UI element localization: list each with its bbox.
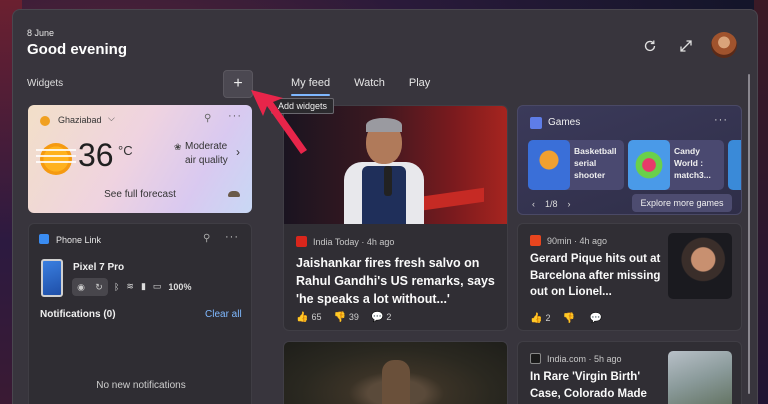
tab-play[interactable]: Play	[409, 77, 430, 89]
pin-icon[interactable]: ⚲	[203, 233, 210, 244]
dislike-button[interactable]: 👎 39	[333, 312, 358, 323]
phone-link-widget[interactable]: Phone Link ⚲ ··· Pixel 7 Pro ◉ ↻ ᛒ ≋ ▮ ▭…	[28, 223, 252, 404]
news-card[interactable]: 90min · 4h ago Gerard Pique hits out at …	[517, 223, 742, 331]
battery-icon: ▭	[152, 281, 162, 291]
source-logo	[296, 236, 307, 247]
chevron-right-icon[interactable]: ›	[236, 145, 240, 159]
bluetooth-icon: ᛒ	[114, 281, 120, 292]
news-source: 90min · 4h ago	[530, 235, 607, 246]
phone-link-icon	[39, 234, 49, 244]
game-tile[interactable]: Candy World : match3...	[628, 140, 724, 190]
feed-scrollbar[interactable]	[748, 74, 750, 394]
page-indicator: 1/8	[545, 199, 558, 209]
news-image	[284, 106, 507, 224]
game-tile-partial[interactable]	[728, 140, 741, 190]
more-options-icon[interactable]: ···	[714, 114, 728, 126]
pointer-arrow-annotation	[251, 90, 307, 154]
game-thumbnail	[628, 140, 670, 190]
more-options-icon[interactable]: ···	[228, 110, 242, 122]
source-label: India.com · 5h ago	[547, 353, 622, 364]
weather-location[interactable]: Ghaziabad	[58, 115, 102, 125]
expand-icon[interactable]	[675, 35, 697, 57]
phone-link-title: Phone Link	[56, 235, 102, 245]
source-logo	[530, 235, 541, 246]
games-icon	[530, 117, 542, 129]
games-widget[interactable]: Games ··· Basketball serial shooter Cand…	[517, 105, 742, 215]
game-thumbnail	[528, 140, 570, 190]
sync-icon[interactable]: ↻	[95, 282, 103, 293]
notifications-header: Notifications (0)	[40, 309, 116, 320]
like-button[interactable]: 👍 65	[296, 312, 321, 323]
source-logo	[530, 353, 541, 364]
like-button[interactable]: 👍 2	[530, 313, 550, 324]
signal-icon: ▮	[140, 281, 146, 291]
news-source: India.com · 5h ago	[530, 353, 622, 364]
news-headline[interactable]: Gerard Pique hits out at Barcelona after…	[530, 251, 665, 301]
do-not-disturb-icon[interactable]: ◉	[77, 282, 85, 293]
figure-hair	[366, 118, 402, 132]
refresh-icon[interactable]	[639, 35, 661, 57]
more-options-icon[interactable]: ···	[225, 231, 239, 243]
game-name: Basketball serial shooter	[574, 146, 617, 180]
empty-notifications-text: No new notifications	[96, 380, 186, 391]
widgets-section-label: Widgets	[27, 78, 64, 89]
news-headline[interactable]: Jaishankar fires fresh salvo on Rahul Ga…	[296, 254, 501, 308]
games-title: Games	[548, 117, 581, 128]
temperature-value: 36	[78, 137, 114, 173]
game-tile[interactable]: Basketball serial shooter	[528, 140, 624, 190]
news-headline[interactable]: In Rare 'Virgin Birth' Case, Colorado Ma…	[530, 369, 665, 402]
tab-watch[interactable]: Watch	[354, 77, 385, 89]
dislike-button[interactable]: 👎	[562, 313, 577, 324]
chevron-down-icon[interactable]: ⌵	[108, 113, 115, 124]
clear-all-button[interactable]: Clear all	[205, 309, 242, 320]
figure-silhouette	[382, 360, 410, 404]
greeting-title: Good evening	[27, 41, 128, 58]
news-image	[284, 342, 507, 404]
see-full-forecast-link[interactable]: See full forecast	[28, 189, 252, 200]
news-card[interactable]: India Today · 4h ago Jaishankar fires fr…	[283, 105, 508, 331]
news-image	[668, 351, 732, 404]
news-source: India Today · 4h ago	[296, 236, 394, 247]
news-card[interactable]	[283, 341, 508, 404]
sunny-weather-icon	[36, 143, 76, 175]
air-quality-level: Moderate	[185, 141, 228, 152]
microphone	[384, 166, 392, 196]
air-quality-icon: ❀	[174, 142, 182, 152]
feed-tabs: My feed Watch Play	[291, 77, 430, 96]
source-label: India Today · 4h ago	[313, 236, 395, 247]
phone-device-icon	[41, 259, 63, 297]
sun-small-icon	[40, 116, 50, 126]
widgets-board: 8 June Good evening Widgets + Add widget…	[12, 9, 758, 404]
background-sign	[424, 187, 484, 211]
game-name: Candy World : match3...	[674, 146, 711, 180]
temperature-unit: °C	[118, 143, 133, 158]
reactions-bar: 👍 2 👎 💬	[530, 313, 605, 324]
reactions-bar: 👍 65 👎 39 💬 2	[296, 312, 391, 323]
phone-controls: ◉ ↻	[72, 278, 108, 296]
comment-button[interactable]: 💬	[590, 313, 605, 324]
battery-level: 100%	[168, 281, 192, 292]
weather-widget[interactable]: Ghaziabad ⌵ ⚲ ··· 36 °C ❀ Moderate air q…	[28, 105, 252, 213]
weather-brand-icon	[228, 191, 240, 197]
profile-avatar[interactable]	[711, 32, 737, 58]
games-pager: ‹ 1/8 ›	[532, 199, 571, 209]
chevron-right-icon[interactable]: ›	[568, 199, 571, 209]
air-quality-label: air quality	[185, 155, 228, 166]
pin-icon[interactable]: ⚲	[204, 113, 211, 124]
phone-status-bar: ᛒ ≋ ▮ ▭ 100%	[114, 281, 191, 292]
wifi-icon: ≋	[126, 281, 134, 291]
chevron-left-icon[interactable]: ‹	[532, 199, 535, 209]
news-image	[668, 233, 732, 299]
comment-button[interactable]: 💬 2	[371, 312, 391, 323]
explore-more-games-button[interactable]: Explore more games	[632, 194, 732, 212]
date-label: 8 June	[27, 28, 55, 38]
source-label: 90min · 4h ago	[547, 235, 608, 246]
news-card[interactable]: India.com · 5h ago In Rare 'Virgin Birth…	[517, 341, 742, 404]
device-name: Pixel 7 Pro	[73, 262, 125, 273]
